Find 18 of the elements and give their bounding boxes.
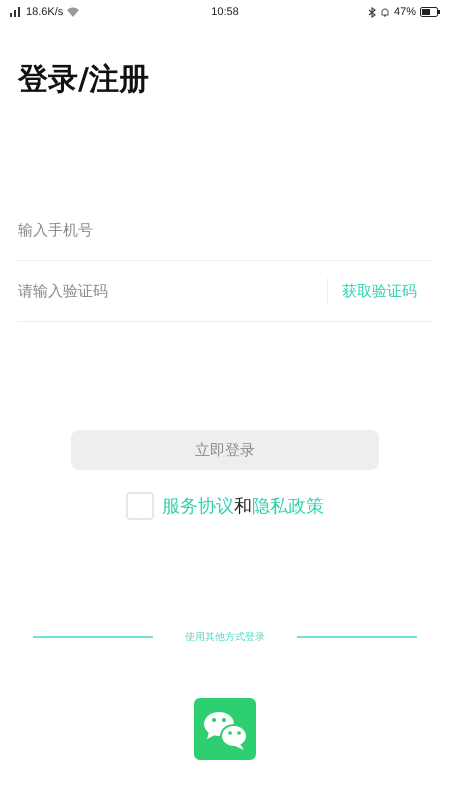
- battery-percent: 47%: [394, 6, 416, 18]
- agreement-checkbox[interactable]: [126, 492, 154, 520]
- other-login-label: 使用其他方式登录: [185, 630, 265, 644]
- agreement-text: 和: [234, 495, 252, 518]
- bluetooth-icon: [368, 6, 376, 18]
- clock-time: 10:58: [211, 6, 239, 18]
- signal-icon: [10, 7, 22, 17]
- network-speed: 18.6K/s: [26, 6, 64, 18]
- get-code-button[interactable]: 获取验证码: [327, 278, 417, 304]
- bell-icon: [380, 6, 390, 18]
- agreement-link[interactable]: 服务协议: [162, 494, 234, 518]
- page-title: 登录/注册: [18, 62, 149, 98]
- code-field[interactable]: 请输入验证码: [17, 276, 327, 306]
- agreement-link[interactable]: 隐私政策: [252, 494, 324, 518]
- wifi-icon: [67, 7, 80, 17]
- chat-bubbles-icon[interactable]: [194, 698, 256, 760]
- phone-field[interactable]: 输入手机号: [17, 215, 433, 245]
- battery-icon: [420, 7, 440, 17]
